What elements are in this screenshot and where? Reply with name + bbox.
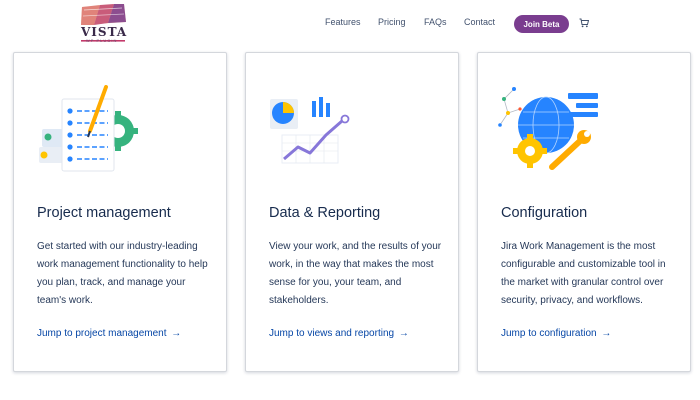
cart-icon[interactable]: [579, 18, 589, 28]
card-title: Configuration: [501, 205, 588, 221]
jump-to-views-reporting-link[interactable]: Jump to views and reporting →: [269, 328, 409, 339]
jump-to-project-management-link[interactable]: Jump to project management →: [37, 328, 181, 339]
link-label: Jump to project management: [37, 328, 167, 339]
link-label: Jump to configuration: [501, 328, 597, 339]
join-beta-button[interactable]: Join Beta: [514, 15, 569, 33]
arrow-right-icon: →: [171, 328, 182, 339]
card-description: View your work, and the results of your …: [269, 241, 442, 306]
site-header: VISTA WP PLUGIN Features Pricing FAQs Co…: [0, 0, 700, 48]
checklist-gear-illustration: [39, 85, 138, 172]
card-data-reporting: Data & Reporting View your work, and the…: [245, 52, 459, 372]
page: VISTA WP PLUGIN Features Pricing FAQs Co…: [0, 0, 700, 400]
card-title: Data & Reporting: [269, 205, 381, 221]
card-description: Get started with our industry-leading wo…: [37, 241, 208, 306]
arrow-right-icon: →: [601, 328, 612, 339]
card-project-management: Project management Get started with our …: [13, 52, 227, 372]
nav-faqs[interactable]: FAQs: [424, 17, 447, 31]
jump-to-configuration-link[interactable]: Jump to configuration →: [501, 328, 611, 339]
chart-illustration: [270, 97, 350, 164]
card-title: Project management: [37, 205, 171, 221]
arrow-right-icon: →: [398, 328, 409, 339]
nav-features[interactable]: Features: [325, 17, 361, 31]
card-configuration: Configuration Jira Work Management is th…: [477, 52, 691, 372]
logo-wordmark: VISTA: [81, 25, 128, 39]
logo-tagline: WP PLUGIN: [86, 38, 118, 43]
nav-pricing[interactable]: Pricing: [378, 17, 406, 31]
globe-gear-wrench-illustration: [498, 87, 598, 170]
nav-contact[interactable]: Contact: [464, 17, 495, 31]
link-label: Jump to views and reporting: [269, 328, 395, 339]
card-description: Jira Work Management is the most configu…: [501, 241, 666, 306]
logo[interactable]: VISTA WP PLUGIN: [78, 4, 128, 44]
